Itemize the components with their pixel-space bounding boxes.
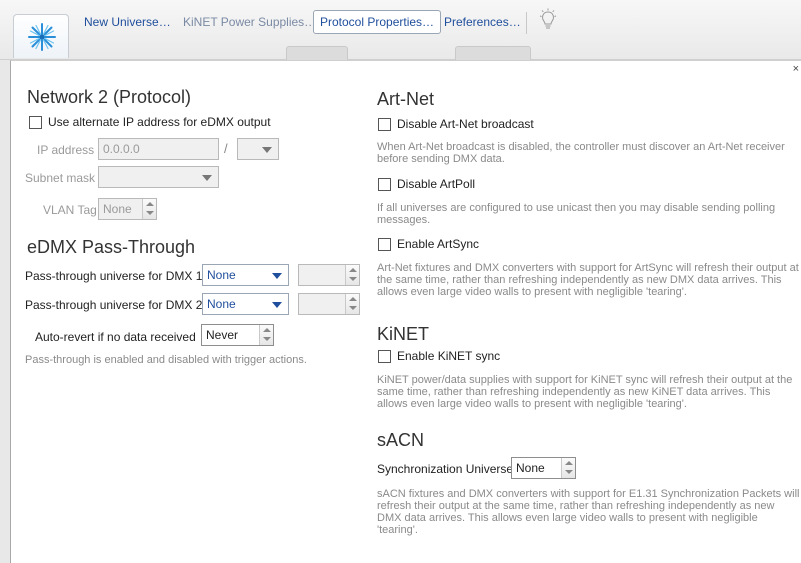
stepper-buttons[interactable] [345,265,359,285]
preferences-link[interactable]: Preferences… [444,15,521,29]
disable-broadcast-desc: When Art-Net broadcast is disabled, the … [377,141,785,165]
dmx2-value: None [207,297,236,311]
artnet-section-title: Art-Net [377,89,435,109]
chevron-down-icon [349,277,357,281]
stepper-buttons[interactable] [561,458,575,478]
vlan-tag-label: VLAN Tag [43,203,97,217]
background-tab [286,46,348,60]
chevron-down-icon [146,211,154,215]
chevron-down-icon [272,302,282,308]
ip-address-label: IP address [37,143,95,157]
chevron-up-icon [146,202,154,206]
auto-revert-value: Never [206,328,239,342]
chevron-down-icon [349,306,357,310]
close-icon[interactable]: × [793,63,799,75]
subnet-mask-select[interactable] [98,166,219,188]
dmx2-label: Pass-through universe for DMX 2 [25,298,203,312]
stepper-buttons[interactable] [345,294,359,314]
starburst-logo-icon [28,23,56,51]
alt-ip-label: Use alternate IP address for eDMX output [48,115,271,129]
dmx1-channel-stepper[interactable] [298,264,360,286]
vlan-tag-value: None [103,202,132,216]
enable-artsync-desc: Art-Net fixtures and DMX converters with… [377,262,799,298]
background-tab [455,46,531,60]
enable-kinet-sync-checkbox[interactable] [378,350,391,363]
ip-prefix-select[interactable] [237,138,279,160]
chevron-down-icon [263,337,271,341]
stepper-buttons[interactable] [259,325,273,345]
disable-artpoll-label: Disable ArtPoll [397,177,476,191]
sync-universe-stepper[interactable]: None [511,457,576,479]
disable-broadcast-label: Disable Art-Net broadcast [397,117,534,131]
dmx1-value: None [207,268,236,282]
toolbar-divider [526,12,527,34]
chevron-down-icon [262,147,272,153]
ip-prefix-separator: / [224,141,228,156]
sacn-section-title: sACN [377,430,425,450]
disable-artpoll-desc: If all universes are configured to use u… [377,202,776,226]
enable-artsync-checkbox[interactable] [378,238,391,251]
chevron-up-icon [349,268,357,272]
dmx2-universe-select[interactable]: None [202,293,289,315]
disable-broadcast-checkbox[interactable] [378,118,391,131]
dmx1-universe-select[interactable]: None [202,264,289,286]
enable-kinet-sync-desc: KiNET power/data supplies with support f… [377,374,793,410]
protocol-properties-panel: × Network 2 (Protocol) Use alternate IP … [10,60,801,563]
enable-artsync-label: Enable ArtSync [397,237,480,251]
kinet-section-title: KiNET [377,324,430,344]
chevron-down-icon [202,175,212,181]
chevron-up-icon [565,461,573,465]
disable-artpoll-checkbox[interactable] [378,178,391,191]
ip-address-field[interactable]: 0.0.0.0 [98,138,219,160]
sync-universe-value: None [516,461,545,475]
chevron-down-icon [565,470,573,474]
dmx1-label: Pass-through universe for DMX 1 [25,269,203,283]
alt-ip-checkbox[interactable] [29,116,42,129]
app-logo-tab[interactable] [13,14,69,58]
network-section-title: Network 2 (Protocol) [27,87,192,107]
kinet-power-supplies-link[interactable]: KiNET Power Supplies… [183,15,316,29]
pass-through-note: Pass-through is enabled and disabled wit… [25,354,307,366]
app-window: New Universe… KiNET Power Supplies… Prot… [0,0,801,563]
lightbulb-icon[interactable] [539,8,557,32]
protocol-properties-button[interactable]: Protocol Properties… [313,10,442,34]
subnet-mask-label: Subnet mask [25,171,96,185]
vlan-tag-stepper[interactable]: None [98,198,157,220]
stepper-buttons[interactable] [142,199,156,219]
sync-universe-label: Synchronization Universe [377,462,514,476]
sacn-desc: sACN fixtures and DMX converters with su… [377,488,800,536]
auto-revert-stepper[interactable]: Never [201,324,274,346]
enable-kinet-sync-label: Enable KiNET sync [397,349,501,363]
chevron-up-icon [349,297,357,301]
chevron-up-icon [263,328,271,332]
top-toolbar: New Universe… KiNET Power Supplies… Prot… [0,0,801,60]
auto-revert-label: Auto-revert if no data received [35,330,196,344]
dmx2-channel-stepper[interactable] [298,293,360,315]
new-universe-link[interactable]: New Universe… [84,15,171,29]
chevron-down-icon [272,273,282,279]
edmx-section-title: eDMX Pass-Through [27,237,196,257]
